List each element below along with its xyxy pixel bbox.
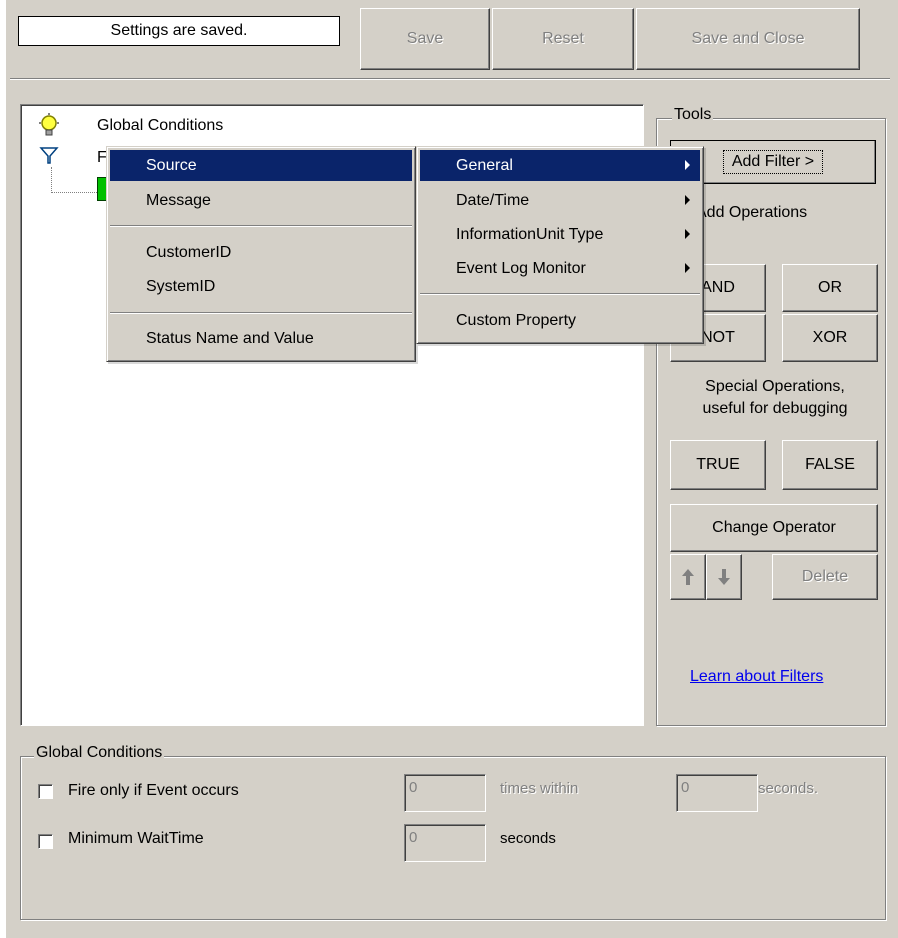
or-button[interactable]: OR xyxy=(782,264,878,312)
min-wait-checkbox[interactable] xyxy=(38,834,53,849)
arrow-up-icon xyxy=(682,569,694,585)
times-within-label: times within xyxy=(500,780,579,797)
submenu-datetime-label: Date/Time xyxy=(456,192,530,209)
xor-label: XOR xyxy=(812,329,848,346)
menu-separator xyxy=(110,312,412,314)
menu-item-status-name-value[interactable]: Status Name and Value xyxy=(110,323,412,354)
menu-item-source-label: Source xyxy=(146,157,197,174)
menu-item-status-label: Status Name and Value xyxy=(146,330,314,347)
arrow-down-icon xyxy=(718,569,730,585)
delete-label: Delete xyxy=(801,568,849,585)
xor-button[interactable]: XOR xyxy=(782,314,878,362)
move-up-button[interactable] xyxy=(670,554,706,600)
context-menu: Source Message CustomerID SystemID Statu… xyxy=(106,146,416,362)
global-conditions-title: Global Conditions xyxy=(34,744,165,762)
submenu-item-informationunit-type[interactable]: InformationUnit Type xyxy=(420,219,700,250)
submenu-arrow-icon xyxy=(685,195,690,205)
menu-separator xyxy=(110,225,412,227)
menu-item-message[interactable]: Message xyxy=(110,185,412,216)
special-operations-text: Special Operations, useful for debugging xyxy=(668,376,882,420)
submenu-item-general[interactable]: General xyxy=(420,150,700,181)
fire-only-checkbox[interactable] xyxy=(38,784,53,799)
submenu-arrow-icon xyxy=(685,229,690,239)
menu-separator xyxy=(420,293,700,295)
funnel-icon xyxy=(39,145,59,165)
status-text: Settings are saved. xyxy=(110,22,248,39)
status-box: Settings are saved. xyxy=(18,16,340,46)
submenu-elm-label: Event Log Monitor xyxy=(456,260,586,277)
fire-only-label: Fire only if Event occurs xyxy=(68,782,239,799)
min-wait-input[interactable]: 0 xyxy=(404,824,486,862)
add-filter-focus: Add Filter > xyxy=(722,150,824,174)
submenu-item-datetime[interactable]: Date/Time xyxy=(420,185,700,216)
submenu-arrow-icon xyxy=(685,160,690,170)
menu-item-customerid-label: CustomerID xyxy=(146,244,232,261)
submenu-item-custom-property[interactable]: Custom Property xyxy=(420,305,700,336)
add-filter-label: Add Filter > xyxy=(731,153,815,170)
change-operator-label: Change Operator xyxy=(712,519,836,536)
submenu-iu-type-label: InformationUnit Type xyxy=(456,226,604,243)
save-and-close-button[interactable]: Save and Close xyxy=(636,8,860,70)
filter-settings-window: Settings are saved. Save Reset Save and … xyxy=(6,0,898,938)
tree-item-global-conditions[interactable]: Global Conditions xyxy=(97,117,223,135)
source-submenu: General Date/Time InformationUnit Type E… xyxy=(416,146,704,344)
special-ops-line1: Special Operations, xyxy=(705,378,845,395)
fire-count-input[interactable]: 0 xyxy=(404,774,486,812)
learn-about-filters-link[interactable]: Learn about Filters xyxy=(690,668,823,686)
submenu-item-event-log-monitor[interactable]: Event Log Monitor xyxy=(420,253,700,284)
submenu-general-label: General xyxy=(456,157,513,174)
tree-connector xyxy=(51,167,99,193)
min-wait-label: Minimum WaitTime xyxy=(68,830,204,847)
move-down-button[interactable] xyxy=(706,554,742,600)
special-ops-line2: useful for debugging xyxy=(702,400,848,417)
change-operator-button[interactable]: Change Operator xyxy=(670,504,878,552)
seconds-label: seconds xyxy=(500,830,556,847)
menu-item-systemid-label: SystemID xyxy=(146,278,216,295)
fire-seconds-input[interactable]: 0 xyxy=(676,774,758,812)
toolbar-divider xyxy=(10,78,890,80)
or-label: OR xyxy=(818,279,842,296)
save-button[interactable]: Save xyxy=(360,8,490,70)
true-label: TRUE xyxy=(696,456,740,473)
reset-label: Reset xyxy=(542,30,584,47)
not-label: NOT xyxy=(701,329,735,346)
false-button[interactable]: FALSE xyxy=(782,440,878,490)
save-and-close-label: Save and Close xyxy=(691,30,805,47)
menu-item-message-label: Message xyxy=(146,192,211,209)
true-button[interactable]: TRUE xyxy=(670,440,766,490)
menu-item-source[interactable]: Source xyxy=(110,150,412,181)
seconds-dot-label: seconds. xyxy=(758,780,819,797)
and-label: AND xyxy=(701,279,735,296)
lightbulb-icon xyxy=(37,113,61,139)
false-label: FALSE xyxy=(805,456,855,473)
menu-item-systemid[interactable]: SystemID xyxy=(110,271,412,302)
tools-title: Tools xyxy=(672,106,714,124)
menu-item-customerid[interactable]: CustomerID xyxy=(110,237,412,268)
reset-button[interactable]: Reset xyxy=(492,8,634,70)
save-label: Save xyxy=(406,30,444,47)
delete-button[interactable]: Delete xyxy=(772,554,878,600)
add-operations-label: Add Operations xyxy=(696,204,808,221)
submenu-arrow-icon xyxy=(685,263,690,273)
submenu-custom-property-label: Custom Property xyxy=(456,312,577,329)
